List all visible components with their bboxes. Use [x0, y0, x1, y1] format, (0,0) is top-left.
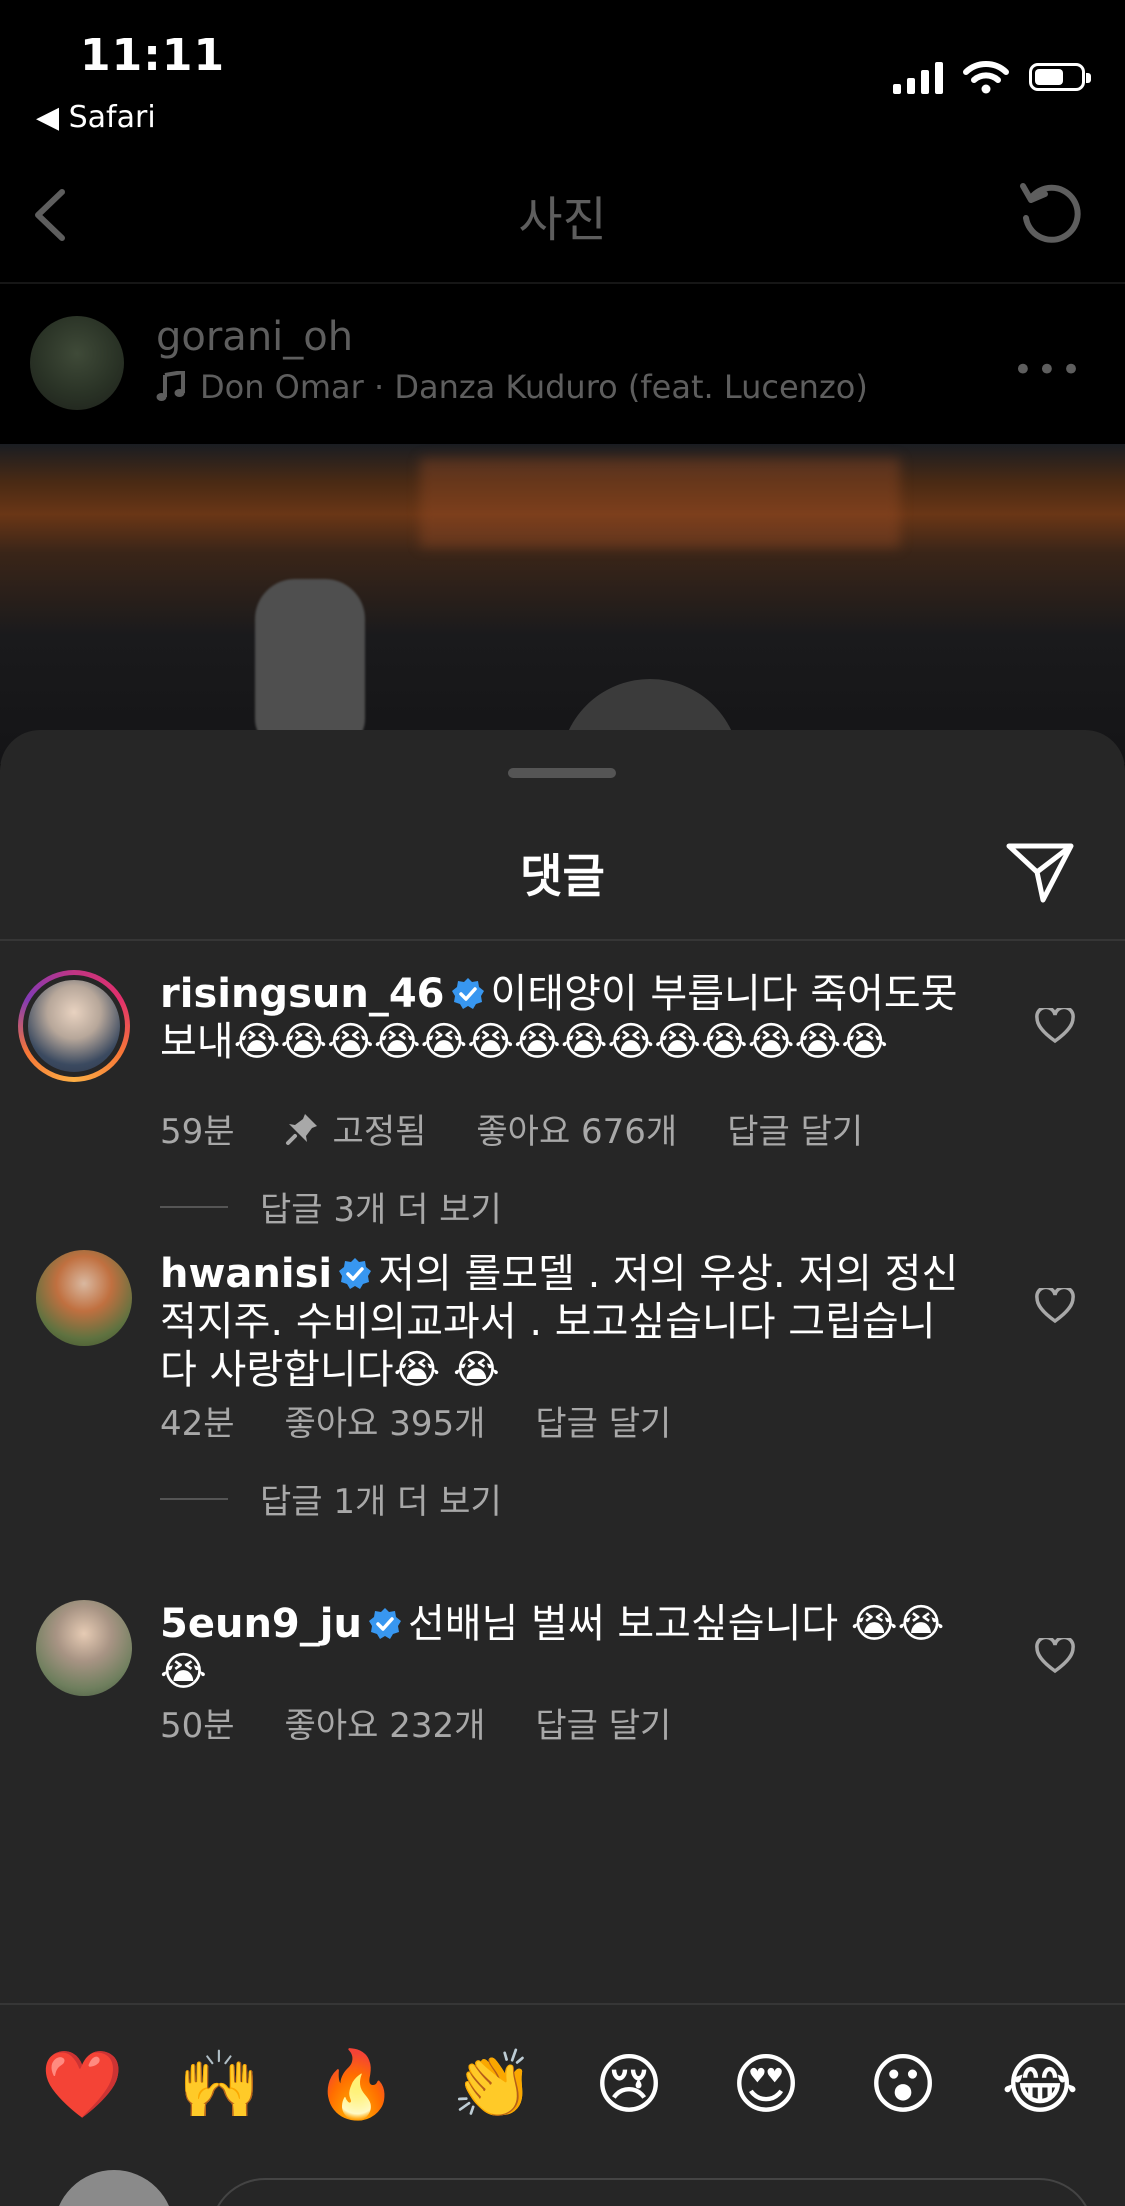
emoji-reaction-bar: ❤️ 🙌 🔥 👏 😢 😍 😮 😂 — [0, 2003, 1125, 2206]
comment-username[interactable]: 5eun9_ju — [160, 1601, 362, 1647]
pinned-text: 고정됨 — [332, 1112, 427, 1152]
comment-avatar[interactable] — [36, 1600, 132, 1696]
verified-badge-icon — [339, 1258, 372, 1289]
view-more-replies-label: 답글 3개 더 보기 — [260, 1190, 502, 1230]
comment-username[interactable]: hwanisi — [160, 1251, 332, 1297]
reply-button[interactable]: 답글 달기 — [727, 1104, 863, 1153]
sheet-title: 댓글 — [520, 849, 605, 903]
post-username[interactable]: gorani_oh — [156, 314, 353, 360]
reply-button[interactable]: 답글 달기 — [535, 1396, 671, 1445]
nav-divider — [0, 282, 1125, 284]
refresh-icon[interactable] — [1015, 176, 1085, 246]
view-more-replies[interactable]: 답글 3개 더 보기 — [160, 1182, 502, 1231]
post-photo — [0, 444, 1125, 764]
view-more-replies-label: 답글 1개 더 보기 — [260, 1482, 502, 1522]
comment-likes[interactable]: 좋아요 676개 — [476, 1104, 677, 1153]
comments-sheet: 댓글 risingsun_46 이태양이 부릅니다 죽어도못보내😭😭😭😭😭😭😭😭😭… — [0, 730, 1125, 2206]
comment-avatar[interactable] — [18, 970, 130, 1082]
comment-likes[interactable]: 좋아요 232개 — [285, 1698, 486, 1747]
photo-hand — [255, 579, 365, 749]
emoji-crying[interactable]: 😢 — [589, 2045, 669, 2125]
emoji-clapping[interactable]: 👏 — [452, 2045, 534, 2125]
emoji-fire[interactable]: 🔥 — [315, 2045, 397, 2125]
like-heart-icon[interactable] — [1035, 1638, 1075, 1674]
post-avatar[interactable] — [30, 316, 124, 410]
verified-badge-icon — [368, 1608, 401, 1639]
back-to-safari[interactable]: ◀ Safari — [36, 100, 156, 135]
emoji-heart-eyes[interactable]: 😍 — [726, 2045, 806, 2125]
cellular-signal-icon — [893, 60, 943, 94]
pin-icon — [285, 1113, 317, 1145]
comment-input[interactable] — [210, 2178, 1094, 2206]
sheet-divider — [0, 939, 1125, 941]
post-music[interactable]: Don Omar · Danza Kuduro (feat. Lucenzo) — [156, 368, 868, 406]
view-more-replies[interactable]: 답글 1개 더 보기 — [160, 1474, 502, 1523]
emoji-laughing[interactable]: 😂 — [1000, 2045, 1080, 2125]
comment-likes[interactable]: 좋아요 395개 — [285, 1396, 486, 1445]
share-icon[interactable] — [1005, 840, 1075, 904]
back-app-label: Safari — [68, 100, 156, 135]
pinned-label: 고정됨 — [285, 1104, 427, 1153]
more-options-icon[interactable]: ••• — [1013, 350, 1085, 390]
wifi-icon — [963, 61, 1009, 94]
reply-button[interactable]: 답글 달기 — [535, 1698, 671, 1747]
emoji-heart[interactable]: ❤️ — [41, 2045, 123, 2125]
battery-icon — [1029, 63, 1091, 91]
photo-banner — [420, 458, 900, 548]
status-icons — [893, 60, 1091, 94]
status-time: 11:11 — [80, 30, 226, 81]
like-heart-icon[interactable] — [1035, 1008, 1075, 1044]
sheet-grabber[interactable] — [508, 768, 616, 778]
emoji-surprised[interactable]: 😮 — [863, 2045, 943, 2125]
music-label: Don Omar · Danza Kuduro (feat. Lucenzo) — [200, 368, 868, 406]
comment-avatar[interactable] — [36, 1250, 132, 1346]
music-note-icon — [156, 371, 185, 401]
comment-time: 59분 — [160, 1112, 235, 1152]
comment-username[interactable]: risingsun_46 — [160, 971, 445, 1017]
verified-badge-icon — [451, 978, 484, 1009]
comment-time: 42분 — [160, 1404, 235, 1444]
emoji-raising-hands[interactable]: 🙌 — [178, 2045, 260, 2125]
comment-time: 50분 — [160, 1706, 235, 1746]
like-heart-icon[interactable] — [1035, 1288, 1075, 1324]
page-title: 사진 — [518, 192, 607, 248]
